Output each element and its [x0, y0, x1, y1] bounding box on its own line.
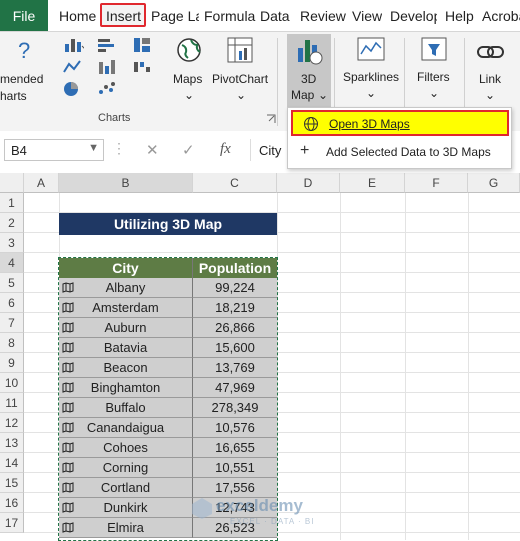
map3d-dropdown-arrow[interactable]: ⌄	[318, 88, 328, 102]
row-header[interactable]: 8	[0, 333, 24, 353]
tab-home[interactable]: Home	[59, 0, 96, 31]
waterfall-chart-icon[interactable]	[132, 58, 154, 76]
name-box-value: B4	[11, 143, 27, 158]
globe-icon[interactable]	[176, 36, 202, 66]
gridline	[468, 193, 469, 540]
pivotchart-label[interactable]: PivotChart	[212, 72, 268, 86]
more-dots-icon: ⋮	[112, 140, 126, 156]
row-header[interactable]: 15	[0, 473, 24, 493]
link-label[interactable]: Link	[479, 72, 501, 86]
row-header[interactable]: 2	[0, 213, 24, 233]
watermark-tagline: EXCEL · DATA · BI	[230, 517, 315, 526]
pivotchart-dropdown-arrow[interactable]: ⌄	[236, 88, 246, 102]
filters-dropdown-arrow[interactable]: ⌄	[429, 86, 439, 100]
column-header-e[interactable]: E	[340, 173, 405, 193]
row-header[interactable]: 17	[0, 513, 24, 533]
group-separator	[277, 38, 278, 126]
row-header[interactable]: 4	[0, 253, 24, 273]
filters-label[interactable]: Filters	[417, 70, 450, 84]
name-box[interactable]: B4 ▼	[4, 139, 104, 161]
globe-icon	[304, 117, 318, 131]
formula-value: City	[259, 143, 282, 158]
cancel-icon[interactable]: ✕	[146, 141, 159, 159]
dialog-launcher-icon[interactable]	[266, 114, 276, 124]
tab-developer[interactable]: Develop	[390, 0, 437, 31]
link-icon[interactable]	[476, 40, 506, 64]
maps-dropdown-arrow[interactable]: ⌄	[184, 88, 194, 102]
row-header[interactable]: 16	[0, 493, 24, 513]
map3d-dropdown-menu: Open 3D Maps + Add Selected Data to 3D M…	[287, 107, 512, 169]
svg-text:?: ?	[18, 38, 30, 62]
recommended-charts-label[interactable]: mended	[0, 72, 43, 86]
column-header-f[interactable]: F	[405, 173, 468, 193]
sparklines-icon[interactable]	[356, 36, 386, 64]
hierarchy-chart-icon[interactable]	[132, 36, 154, 54]
question-icon[interactable]: ?	[16, 38, 36, 62]
open-3d-maps-label: Open 3D Maps	[329, 117, 410, 131]
line-chart-icon[interactable]	[62, 58, 84, 76]
tab-page-layout[interactable]: Page La	[151, 0, 199, 31]
row-header[interactable]: 12	[0, 413, 24, 433]
gridline	[340, 193, 341, 540]
select-all-corner[interactable]	[0, 173, 24, 193]
row-header[interactable]: 1	[0, 193, 24, 213]
gridline	[24, 252, 520, 253]
column-header-b[interactable]: B	[59, 173, 193, 193]
plus-icon: +	[300, 142, 310, 159]
tab-file[interactable]: File	[0, 0, 48, 31]
chevron-down-icon[interactable]: ▼	[88, 142, 99, 154]
tab-view[interactable]: View	[352, 0, 382, 31]
row-header[interactable]: 5	[0, 273, 24, 293]
row-header[interactable]: 6	[0, 293, 24, 313]
pie-chart-icon[interactable]	[62, 80, 84, 98]
ribbon-tab-bar: File Home Insert Page La Formula Data Re…	[0, 0, 520, 32]
tab-insert[interactable]: Insert	[106, 0, 141, 31]
maps-label[interactable]: Maps	[173, 72, 202, 86]
gridline	[405, 193, 406, 540]
sparklines-dropdown-arrow[interactable]: ⌄	[366, 86, 376, 100]
column-header-g[interactable]: G	[468, 173, 520, 193]
charts-group-label: Charts	[98, 112, 131, 124]
map3d-label-line1[interactable]: 3D	[301, 72, 316, 86]
tab-help[interactable]: Help	[445, 0, 474, 31]
exceldemy-logo-icon	[192, 498, 212, 519]
sparklines-label[interactable]: Sparklines	[343, 70, 399, 84]
recommended-charts-label-2[interactable]: harts	[0, 89, 27, 103]
row-header[interactable]: 9	[0, 353, 24, 373]
filter-icon[interactable]	[420, 36, 448, 64]
tab-data[interactable]: Data	[260, 0, 290, 31]
watermark-logo: exceldemy EXCEL · DATA · BI	[190, 492, 330, 532]
tab-review[interactable]: Review	[300, 0, 346, 31]
row-header[interactable]: 11	[0, 393, 24, 413]
bar-chart-icon[interactable]	[96, 36, 118, 54]
map3d-icon[interactable]	[296, 36, 324, 66]
open-3d-maps-item[interactable]: Open 3D Maps	[291, 110, 509, 136]
link-dropdown-arrow[interactable]: ⌄	[485, 88, 495, 102]
column-header-c[interactable]: C	[193, 173, 277, 193]
column-header-d[interactable]: D	[277, 173, 340, 193]
statistic-chart-icon[interactable]	[96, 58, 118, 76]
map3d-label-line2[interactable]: Map	[291, 88, 314, 102]
row-header[interactable]: 3	[0, 233, 24, 253]
fx-icon[interactable]: fx	[220, 141, 231, 158]
row-header[interactable]: 14	[0, 453, 24, 473]
add-selected-data-item[interactable]: Add Selected Data to 3D Maps	[326, 145, 491, 159]
row-header[interactable]: 10	[0, 373, 24, 393]
tab-formulas[interactable]: Formula	[204, 0, 256, 31]
watermark-brand: exceldemy	[216, 496, 303, 515]
column-chart-icon[interactable]	[62, 36, 84, 54]
tab-acrobat[interactable]: Acroba	[482, 0, 520, 31]
sheet-title[interactable]: Utilizing 3D Map	[59, 213, 277, 235]
row-header[interactable]: 13	[0, 433, 24, 453]
pivotchart-icon[interactable]	[226, 36, 256, 66]
column-header-a[interactable]: A	[24, 173, 59, 193]
enter-check-icon[interactable]: ✓	[182, 141, 195, 159]
scatter-chart-icon[interactable]	[96, 80, 118, 98]
row-header[interactable]: 7	[0, 313, 24, 333]
